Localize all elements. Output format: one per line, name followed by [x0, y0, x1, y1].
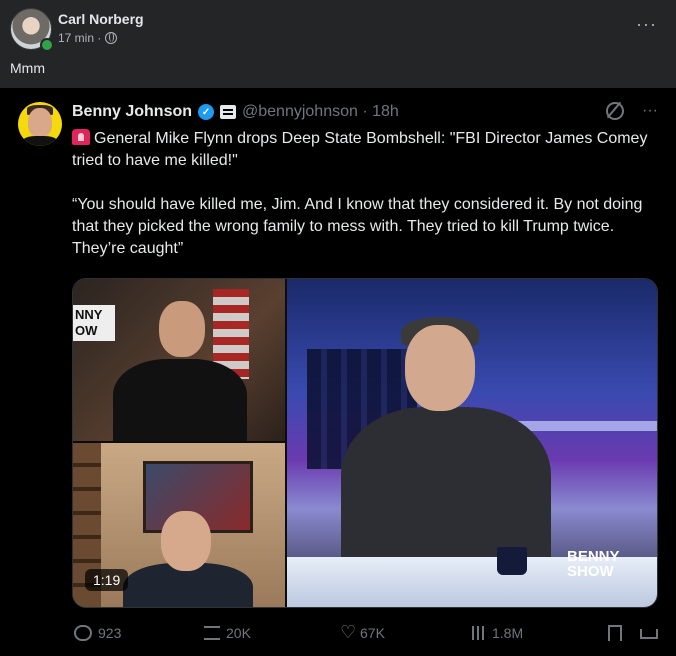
video-panel-main: BENNY SHOW: [287, 279, 657, 607]
like-icon: [340, 622, 356, 643]
facebook-post-header: Carl Norberg 17 min · ··· Mmm: [0, 0, 676, 88]
siren-emoji: [72, 129, 90, 145]
like-count: 67K: [360, 625, 385, 641]
repost-button[interactable]: 20K: [204, 625, 251, 641]
show-logo: BENNY SHOW: [567, 548, 620, 580]
globe-icon: [105, 32, 118, 44]
verified-badge-icon: ✓: [198, 104, 215, 120]
tweet-header: Benny Johnson ✓ @bennyjohnson · 18h: [72, 103, 399, 121]
tweet-text: General Mike Flynn drops Deep State Bomb…: [72, 128, 662, 260]
views-button[interactable]: 1.8M: [472, 625, 523, 641]
tweet-author-name[interactable]: Benny Johnson: [72, 103, 192, 121]
tweet-line-2: “You should have killed me, Jim. And I k…: [72, 196, 643, 257]
embedded-tweet[interactable]: Benny Johnson ✓ @bennyjohnson · 18h ··· …: [0, 88, 676, 656]
tweet-more-button[interactable]: ···: [642, 102, 658, 120]
post-time[interactable]: 17 min ·: [58, 31, 101, 45]
tweet-video[interactable]: NNY OW BENNY SHOW 1:19: [72, 278, 658, 608]
grok-icon[interactable]: [606, 102, 624, 120]
tweet-actions: 923 20K 67K 1.8M: [72, 622, 658, 645]
tweet-line-1-text: General Mike Flynn drops Deep State Bomb…: [72, 130, 648, 169]
post-text: Mmm: [10, 60, 45, 76]
tweet-line-1: General Mike Flynn drops Deep State Bomb…: [72, 128, 662, 172]
video-duration: 1:19: [85, 569, 129, 591]
share-button[interactable]: [640, 625, 658, 639]
reply-count: 923: [98, 625, 122, 641]
bookmark-button[interactable]: [608, 625, 622, 641]
tweet-author-avatar[interactable]: [18, 102, 62, 146]
repost-count: 20K: [226, 625, 251, 641]
post-meta: 17 min ·: [58, 31, 118, 45]
post-options-button[interactable]: ···: [636, 14, 657, 35]
author-name[interactable]: Carl Norberg: [58, 11, 144, 27]
video-panel-host: NNY OW: [73, 279, 285, 449]
online-status-dot: [40, 38, 54, 52]
bookmark-icon: [608, 625, 622, 641]
like-button[interactable]: 67K: [340, 622, 385, 643]
reply-button[interactable]: 923: [74, 625, 121, 641]
organization-icon: [220, 105, 237, 119]
mug: [497, 547, 527, 575]
views-icon: [472, 626, 486, 640]
reply-icon: [74, 625, 92, 641]
share-icon: [640, 629, 658, 639]
repost-icon: [204, 626, 220, 640]
tweet-header-actions: ···: [606, 102, 658, 120]
show-logo-small: NNY OW: [73, 305, 115, 341]
views-count: 1.8M: [492, 625, 524, 641]
tweet-handle-time[interactable]: @bennyjohnson · 18h: [242, 103, 399, 121]
